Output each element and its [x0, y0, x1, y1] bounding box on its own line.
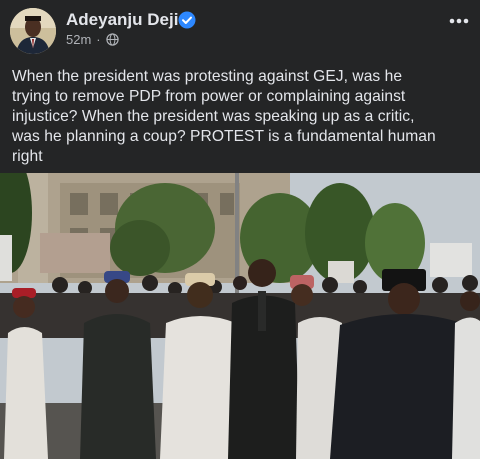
- protest-photo: [0, 173, 480, 459]
- globe-icon[interactable]: [105, 33, 119, 46]
- meta-separator: ·: [96, 32, 101, 47]
- post-text-line: was he planning a coup? PROTEST is a fun…: [12, 128, 436, 145]
- post-header: Adeyanju Deji 52m ·: [0, 0, 480, 62]
- post-text-line: right: [12, 148, 43, 165]
- more-options-icon: [449, 18, 469, 24]
- post-text-last-line: right: [12, 147, 474, 167]
- see-more-fade[interactable]: [46, 149, 107, 163]
- facebook-post: Adeyanju Deji 52m · When the president w…: [0, 0, 480, 459]
- post-photo[interactable]: [0, 173, 480, 459]
- author-avatar[interactable]: [10, 8, 56, 54]
- post-text-line: trying to remove PDP from power or compl…: [12, 88, 406, 105]
- post-timestamp[interactable]: 52m: [66, 32, 91, 47]
- post-meta: 52m ·: [66, 32, 119, 47]
- more-options-button[interactable]: [448, 10, 470, 32]
- post-text-line: injustice? When the president was speaki…: [12, 108, 415, 125]
- post-text: When the president was protesting agains…: [12, 67, 474, 167]
- verified-badge-icon: [178, 11, 196, 29]
- author-name[interactable]: Adeyanju Deji: [66, 10, 178, 30]
- post-text-line: When the president was protesting agains…: [12, 68, 403, 85]
- avatar-image: [10, 8, 56, 54]
